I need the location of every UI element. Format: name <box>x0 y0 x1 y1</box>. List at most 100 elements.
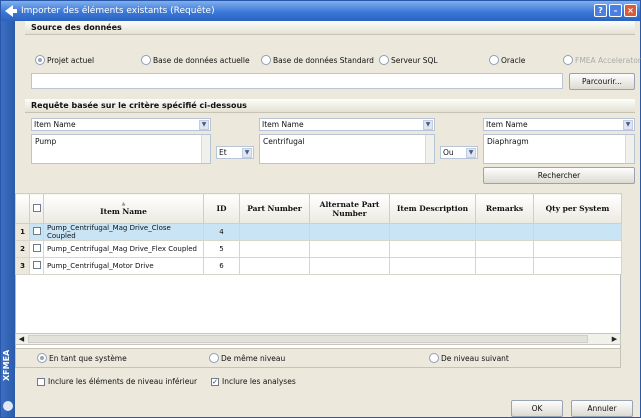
row-checkbox[interactable] <box>33 244 41 252</box>
window-title: Importer des éléments existants (Requête… <box>21 6 215 16</box>
select-all-checkbox[interactable] <box>32 203 41 212</box>
table-row[interactable]: 3 Pump_Centrifugal_Motor Drive 6 <box>15 257 622 275</box>
radio-en-tant-que-systeme[interactable]: En tant que système <box>37 353 127 363</box>
row-checkbox[interactable] <box>33 227 41 235</box>
operator-2-select[interactable]: Ou ▼ <box>440 146 478 159</box>
brand-label: XFMEA <box>2 349 11 381</box>
checkbox-box <box>211 377 219 386</box>
radio-oracle[interactable]: Oracle <box>489 55 525 65</box>
radio-dot <box>209 353 219 363</box>
radio-fmea-accelerator[interactable]: FMEA Accelerator <box>563 55 641 65</box>
cell-id[interactable]: 6 <box>203 257 240 275</box>
radio-projet-actuel[interactable]: Projet actuel <box>35 55 94 65</box>
row-number-header <box>15 193 30 224</box>
row-number: 1 <box>15 223 30 241</box>
row-checkbox[interactable] <box>33 261 41 269</box>
row-select-cell[interactable] <box>29 257 44 275</box>
cell-alternate-part-number[interactable] <box>309 240 390 258</box>
chevron-down-icon: ▼ <box>242 148 252 158</box>
radio-dot <box>563 55 573 65</box>
row-number: 3 <box>15 257 30 275</box>
query-heading: Requête basée sur le critère spécifié ci… <box>25 99 635 113</box>
chevron-down-icon: ▼ <box>423 120 433 130</box>
criteria-value-1[interactable]: Pump <box>31 134 211 164</box>
column-header-item-description[interactable]: Item Description <box>389 193 476 224</box>
radio-dot <box>261 55 271 65</box>
cell-part-number[interactable] <box>239 257 310 275</box>
results-grid: ▲ Item Name ID Part Number Alternate Part… <box>15 193 622 275</box>
column-header-remarks[interactable]: Remarks <box>475 193 534 224</box>
radio-serveur-sql[interactable]: Serveur SQL <box>379 55 438 65</box>
scroll-right-icon[interactable]: ▶ <box>609 334 620 344</box>
checkbox-box <box>37 377 45 386</box>
cell-alternate-part-number[interactable] <box>309 223 390 241</box>
column-header-id[interactable]: ID <box>203 193 240 224</box>
cell-part-number[interactable] <box>239 223 310 241</box>
help-button[interactable]: ? <box>594 4 607 17</box>
operator-1-select[interactable]: Et ▼ <box>216 146 254 159</box>
table-row[interactable]: 2 Pump_Centrifugal_Mag Drive_Flex Couple… <box>15 240 622 258</box>
cell-id[interactable]: 4 <box>203 223 240 241</box>
cell-item-description[interactable] <box>389 257 476 275</box>
include-analyses-checkbox[interactable]: Inclure les analyses <box>211 377 296 386</box>
horizontal-scrollbar[interactable]: ◀ ▶ <box>15 333 621 345</box>
column-header-alternate-part-number[interactable]: Alternate Part Number <box>309 193 390 224</box>
cell-remarks[interactable] <box>475 240 534 258</box>
scrollbar[interactable] <box>625 135 634 163</box>
ok-button[interactable]: OK <box>511 400 563 417</box>
cell-remarks[interactable] <box>475 257 534 275</box>
criteria-field-1[interactable]: Item Name ▼ <box>31 118 211 131</box>
radio-base-standard[interactable]: Base de données Standard <box>261 55 374 65</box>
cell-qty[interactable] <box>533 240 622 258</box>
column-header-item-name[interactable]: ▲ Item Name <box>43 193 204 224</box>
cell-part-number[interactable] <box>239 240 310 258</box>
minimize-button[interactable]: – <box>609 4 622 17</box>
radio-dot <box>37 353 47 363</box>
cell-remarks[interactable] <box>475 223 534 241</box>
source-path-input[interactable] <box>31 73 563 89</box>
import-dialog: Importer des éléments existants (Requête… <box>0 0 641 418</box>
column-header-qty-per-system[interactable]: Qty per System <box>533 193 622 224</box>
criteria-value-2[interactable]: Centrifugal <box>259 134 435 164</box>
table-row[interactable]: 1 Pump_Centrifugal_Mag Drive_Close Coupl… <box>15 223 622 241</box>
cell-qty[interactable] <box>533 223 622 241</box>
cell-item-description[interactable] <box>389 240 476 258</box>
brand-sidebar: XFMEA <box>1 21 15 417</box>
column-header-part-number[interactable]: Part Number <box>239 193 310 224</box>
row-select-cell[interactable] <box>29 240 44 258</box>
cell-item-description[interactable] <box>389 223 476 241</box>
row-select-cell[interactable] <box>29 223 44 241</box>
select-all-header[interactable] <box>29 193 44 224</box>
app-icon <box>5 5 17 17</box>
cell-id[interactable]: 5 <box>203 240 240 258</box>
scrollbar-thumb[interactable] <box>28 335 588 343</box>
radio-dot <box>141 55 151 65</box>
include-lower-level-checkbox[interactable]: Inclure les éléments de niveau inférieur <box>37 377 197 386</box>
close-button[interactable]: × <box>624 4 637 17</box>
radio-dot <box>35 55 45 65</box>
cell-alternate-part-number[interactable] <box>309 257 390 275</box>
criteria-value-3[interactable]: Diaphragm <box>483 134 635 164</box>
scrollbar[interactable] <box>425 135 434 163</box>
source-heading: Source des données <box>25 21 635 35</box>
radio-base-actuelle[interactable]: Base de données actuelle <box>141 55 250 65</box>
chevron-down-icon: ▼ <box>466 148 476 158</box>
cell-item-name[interactable]: Pump_Centrifugal_Motor Drive <box>43 257 204 275</box>
cell-qty[interactable] <box>533 257 622 275</box>
radio-dot <box>429 353 439 363</box>
search-button[interactable]: Rechercher <box>483 167 635 184</box>
radio-de-meme-niveau[interactable]: De même niveau <box>209 353 285 363</box>
criteria-field-2[interactable]: Item Name ▼ <box>259 118 435 131</box>
chevron-down-icon: ▼ <box>199 120 209 130</box>
criteria-field-3[interactable]: Item Name ▼ <box>483 118 635 131</box>
cell-item-name[interactable]: Pump_Centrifugal_Mag Drive_Flex Coupled <box>43 240 204 258</box>
radio-dot <box>379 55 389 65</box>
scrollbar[interactable] <box>201 135 210 163</box>
radio-de-niveau-suivant[interactable]: De niveau suivant <box>429 353 509 363</box>
brand-logo-icon <box>3 401 13 411</box>
cancel-button[interactable]: Annuler <box>571 400 633 417</box>
cell-item-name[interactable]: Pump_Centrifugal_Mag Drive_Close Coupled <box>43 223 204 241</box>
browse-button[interactable]: Parcourir... <box>569 73 635 90</box>
radio-dot <box>489 55 499 65</box>
scroll-left-icon[interactable]: ◀ <box>16 334 27 344</box>
